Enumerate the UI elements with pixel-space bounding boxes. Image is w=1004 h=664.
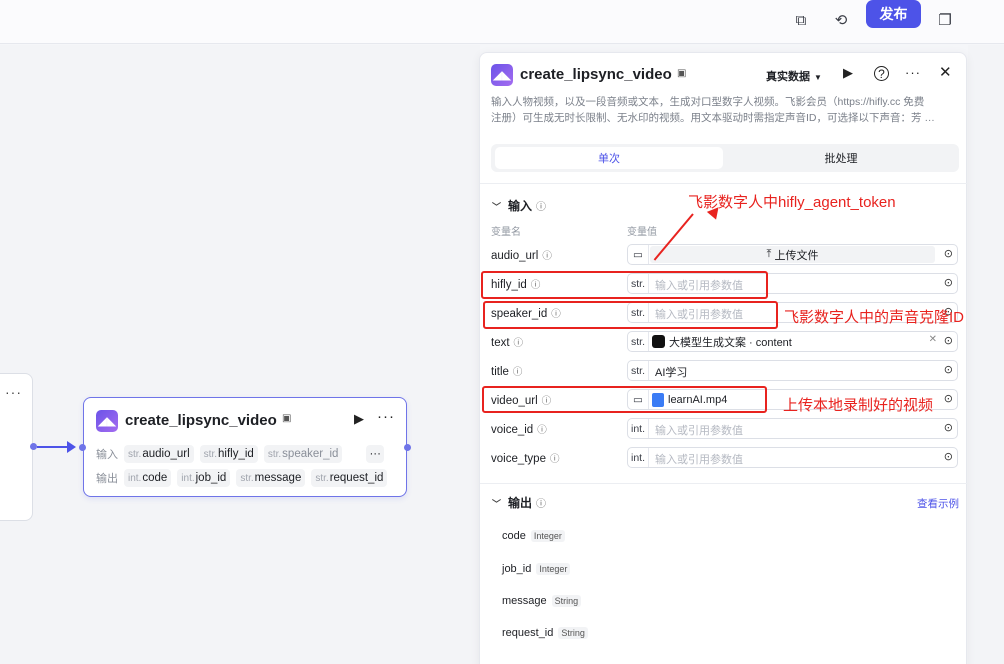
- info-icon: ⓘ: [513, 338, 524, 349]
- param-name-voice-id: voice_id ⓘ: [491, 424, 547, 436]
- type-label: str.: [628, 361, 649, 380]
- node-outputs: 输出 int. code int. job_id str. message str. r…: [96, 469, 393, 487]
- param-name-title: title ⓘ: [491, 366, 523, 378]
- output-port[interactable]: [404, 444, 411, 451]
- output-port[interactable]: [30, 443, 37, 450]
- upload-file-button[interactable]: ⤒ 上传文件: [650, 246, 935, 263]
- type-label: int.: [628, 448, 649, 467]
- input-pill: str. speaker_id: [263, 445, 343, 463]
- text-field[interactable]: str. 大模型生成文案 · content ✕ ⊙: [627, 331, 958, 352]
- node-inputs: 输入 str. audio_url str. hifly_id str. speake…: [96, 445, 390, 463]
- clear-icon[interactable]: ✕: [929, 334, 937, 345]
- placeholder: 输入或引用参数值: [655, 454, 743, 466]
- more-icon[interactable]: ···: [5, 384, 22, 400]
- workflow-canvas[interactable]: ··· ◢◣ create_lipsync_video ▣ ▶ ··· 输入 s…: [0, 45, 480, 664]
- input-pill: str. hifly_id: [199, 445, 258, 463]
- node-test-panel: ◢◣ create_lipsync_video ▣ 真实数据 ▼ ▶ ? ··· …: [479, 52, 968, 664]
- connection-line: [37, 446, 69, 448]
- reference-icon[interactable]: ⊙: [944, 421, 953, 434]
- tab-single[interactable]: 单次: [495, 147, 723, 169]
- more-icon[interactable]: ···: [377, 408, 395, 425]
- highlight-video-url: [482, 386, 767, 413]
- highlight-speaker-id: [483, 301, 778, 329]
- reference-icon[interactable]: ⊙: [944, 363, 953, 376]
- annotation-voice: 飞影数字人中的声音克隆ID: [784, 309, 965, 326]
- help-icon[interactable]: ?: [874, 66, 889, 81]
- reference-icon[interactable]: ⊙: [944, 247, 953, 260]
- output-section-header[interactable]: ﹀ 输出 ⓘ: [492, 494, 546, 511]
- voice-type-field[interactable]: int. 输入或引用参数值 ⊙: [627, 447, 958, 468]
- plugin-logo-icon: ◢◣: [491, 64, 513, 86]
- voice-id-field[interactable]: int. 输入或引用参数值 ⊙: [627, 418, 958, 439]
- tab-batch[interactable]: 批处理: [727, 147, 955, 169]
- reference-icon[interactable]: ⊙: [944, 334, 953, 347]
- inputs-label: 输入: [96, 449, 118, 461]
- param-name-voice-type: voice_type ⓘ: [491, 453, 560, 465]
- param-name-audio-url: audio_url ⓘ: [491, 250, 552, 262]
- copy-icon[interactable]: ⧉: [787, 6, 815, 34]
- info-icon: ⓘ: [536, 499, 547, 510]
- column-header-value: 变量值: [627, 227, 657, 238]
- lipsync-node[interactable]: ◢◣ create_lipsync_video ▣ ▶ ··· 输入 str. a…: [83, 397, 407, 497]
- input-section-header[interactable]: ﹀ 输入 ⓘ: [492, 197, 546, 214]
- plugin-logo-icon: ◢◣: [96, 410, 118, 432]
- reference-icon[interactable]: ⊙: [944, 276, 953, 289]
- title-field[interactable]: str. AI学习 ⊙: [627, 360, 958, 381]
- more-inputs-button[interactable]: ···: [366, 445, 384, 463]
- output-item: request_id String: [502, 627, 588, 639]
- output-item: message String: [502, 595, 582, 607]
- plugin-description: 输入人物视频，以及一段音频或文本，生成对口型数字人视频。飞影会员（https:/…: [491, 96, 935, 124]
- type-label: str.: [628, 332, 649, 351]
- type-label: int.: [628, 419, 649, 438]
- placeholder: 输入或引用参数值: [655, 425, 743, 437]
- annotation-token: 飞影数字人中hifly_agent_token: [688, 194, 896, 211]
- output-pill: str. message: [236, 469, 306, 487]
- output-item: job_id Integer: [502, 563, 571, 575]
- previous-node[interactable]: ···: [0, 373, 33, 521]
- info-icon: ⓘ: [549, 454, 560, 465]
- folder-icon[interactable]: ▭: [628, 245, 649, 264]
- run-icon[interactable]: ▶: [843, 65, 853, 81]
- outputs-label: 输出: [96, 473, 118, 485]
- input-pill: str. audio_url: [124, 445, 194, 463]
- audio-url-field[interactable]: ▭ ⤒ 上传文件 ⊙: [627, 244, 958, 265]
- info-icon: ⓘ: [542, 251, 552, 262]
- history-icon[interactable]: ⟲: [827, 6, 855, 34]
- view-example-link[interactable]: 查看示例: [917, 496, 959, 511]
- output-pill: str. request_id: [311, 469, 388, 487]
- field-value: AI学习: [655, 367, 688, 379]
- duplicate-icon[interactable]: ❐: [931, 6, 959, 34]
- reference-icon[interactable]: ⊙: [944, 450, 953, 463]
- param-name-text: text ⓘ: [491, 337, 524, 349]
- data-mode-select[interactable]: 真实数据 ▼: [766, 68, 822, 84]
- node-title: create_lipsync_video: [125, 412, 277, 429]
- plugin-tag-icon: ▣: [677, 68, 687, 79]
- column-header-name: 变量名: [491, 227, 521, 238]
- canvas-strip: [968, 45, 1004, 664]
- reference-chip[interactable]: 大模型生成文案 · content: [652, 334, 792, 349]
- reference-icon[interactable]: ⊙: [944, 392, 953, 405]
- run-mode-tabs: 单次 批处理: [491, 144, 959, 172]
- publish-button[interactable]: 发布: [866, 0, 921, 28]
- plugin-tag-icon: ▣: [282, 413, 292, 424]
- highlight-hifly-id: [481, 271, 768, 299]
- divider: [480, 483, 968, 484]
- close-icon[interactable]: ✕: [939, 63, 952, 81]
- connection-arrow: [67, 441, 76, 453]
- panel-title: create_lipsync_video: [520, 66, 672, 83]
- input-port[interactable]: [79, 444, 86, 451]
- info-icon: ⓘ: [512, 367, 523, 378]
- llm-node-icon: [652, 335, 665, 348]
- info-icon: ⓘ: [536, 202, 547, 213]
- run-icon[interactable]: ▶: [354, 411, 364, 427]
- output-pill: int. job_id: [177, 469, 231, 487]
- annotation-video: 上传本地录制好的视频: [783, 397, 934, 414]
- output-pill: int. code: [124, 469, 172, 487]
- top-toolbar: ⧉ ⟲ 发布 ❐: [0, 0, 1004, 44]
- more-icon[interactable]: ···: [905, 65, 921, 80]
- divider: [480, 183, 968, 184]
- output-item: code Integer: [502, 530, 565, 542]
- info-icon: ⓘ: [537, 425, 547, 436]
